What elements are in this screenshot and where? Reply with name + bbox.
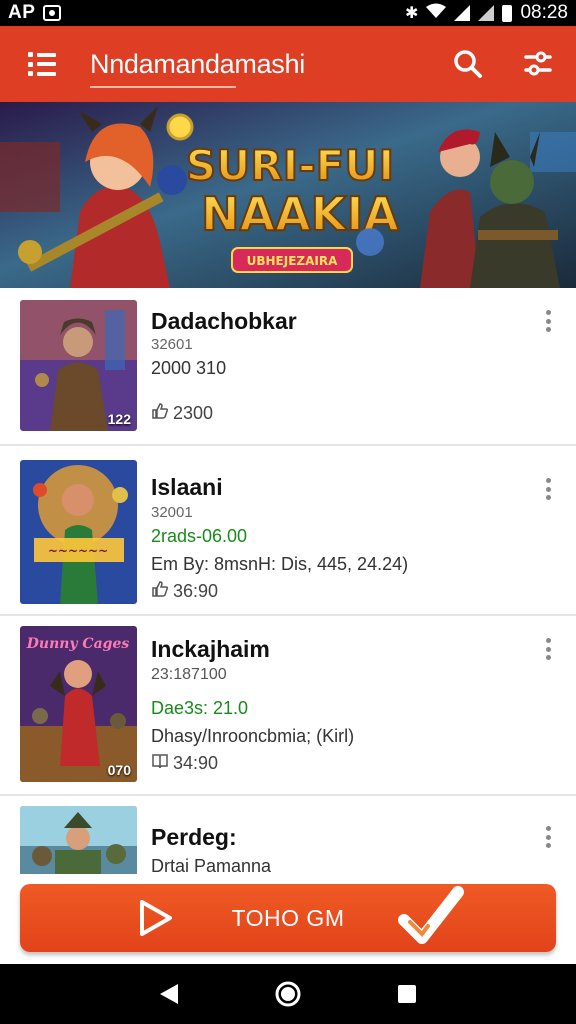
svg-text:~~~~~~: ~~~~~~ [48, 544, 108, 558]
item-status: 2rads-06.00 [151, 526, 248, 546]
filter-icon[interactable] [522, 48, 554, 80]
item-title: Dadachobkar [151, 308, 297, 334]
item-detail: Dhasy/Inrooncbmia; (Kirl) [151, 726, 355, 746]
more-options-icon[interactable] [544, 478, 552, 500]
more-options-icon[interactable] [544, 638, 552, 660]
app-title: Nndamandamashi [90, 48, 305, 79]
list-item[interactable]: Perdeg: Drtai Pamanna [0, 796, 576, 878]
list-item[interactable]: Dunny Cages 070 Inckajhaim 23:187100 Dae… [0, 616, 576, 796]
item-likes: 34:90 [151, 752, 218, 775]
game-list: 122 Dadachobkar 32601 2000 310 2300 ~~~~… [0, 288, 576, 878]
item-detail: 2000 310 [151, 358, 227, 378]
cta-area: TOHO GM [0, 874, 576, 964]
play-icon [136, 898, 176, 943]
title-underline [90, 86, 236, 88]
signal-secondary-icon [478, 5, 495, 21]
thumbs-up-icon [151, 580, 169, 603]
recents-icon[interactable] [387, 974, 427, 1014]
more-options-icon[interactable] [544, 826, 552, 848]
game-thumbnail[interactable]: 122 [20, 300, 137, 431]
home-icon[interactable] [268, 974, 308, 1014]
camera-icon [43, 5, 62, 21]
clock: 08:28 [520, 2, 568, 23]
game-thumbnail[interactable]: ~~~~~~ [20, 460, 137, 604]
screen: AP ✱ 08:28 Nndamandamashi SURI-FUI NAAKI… [0, 0, 576, 1024]
thumbs-up-icon [151, 402, 169, 425]
thumb-badge: 122 [107, 411, 131, 427]
menu-icon[interactable] [28, 52, 58, 76]
item-subtitle: 23:187100 [151, 666, 227, 683]
game-thumbnail[interactable] [20, 806, 137, 878]
more-options-icon[interactable] [544, 310, 552, 332]
bluetooth-icon: ✱ [405, 5, 419, 22]
list-item[interactable]: 122 Dadachobkar 32601 2000 310 2300 [0, 288, 576, 446]
wifi-icon [426, 3, 447, 24]
system-nav-bar [0, 964, 576, 1024]
item-title: Inckajhaim [151, 636, 270, 662]
item-title: Islaani [151, 474, 223, 500]
item-detail: Em By: 8msnH: Dis, 445, 24.24) [151, 554, 409, 574]
item-likes: 36:90 [151, 580, 218, 603]
banner-ribbon: UBHEJEZAIRA [247, 254, 338, 268]
item-title: Perdeg: [151, 824, 237, 850]
search-icon[interactable] [452, 48, 484, 80]
list-item[interactable]: ~~~~~~ Islaani 32001 2rads-06.00 Em By: … [0, 446, 576, 616]
featured-banner[interactable]: SURI-FUI NAAKIA UBHEJEZAIRA [0, 102, 576, 288]
banner-title-line1: SURI-FUI [186, 141, 394, 190]
banner-artwork: SURI-FUI NAAKIA UBHEJEZAIRA [0, 102, 576, 288]
battery-icon [502, 4, 513, 22]
carrier-label: AP [8, 2, 36, 23]
item-status: Dae3s: 21.0 [151, 698, 249, 718]
status-bar: AP ✱ 08:28 [0, 0, 576, 26]
item-likes: 2300 [151, 402, 213, 425]
game-thumbnail[interactable]: Dunny Cages 070 [20, 626, 137, 782]
primary-action-button[interactable]: TOHO GM [20, 884, 556, 952]
item-subtitle: 32601 [151, 336, 193, 353]
signal-icon [454, 5, 471, 21]
book-icon [151, 752, 169, 775]
cta-label: TOHO GM [231, 904, 345, 931]
item-subtitle: 32001 [151, 504, 193, 521]
checkmark-icon [398, 886, 464, 953]
app-bar: Nndamandamashi [0, 26, 576, 102]
back-icon[interactable] [149, 974, 189, 1014]
svg-text:Dunny Cages: Dunny Cages [26, 636, 130, 652]
thumb-badge: 070 [107, 762, 131, 778]
